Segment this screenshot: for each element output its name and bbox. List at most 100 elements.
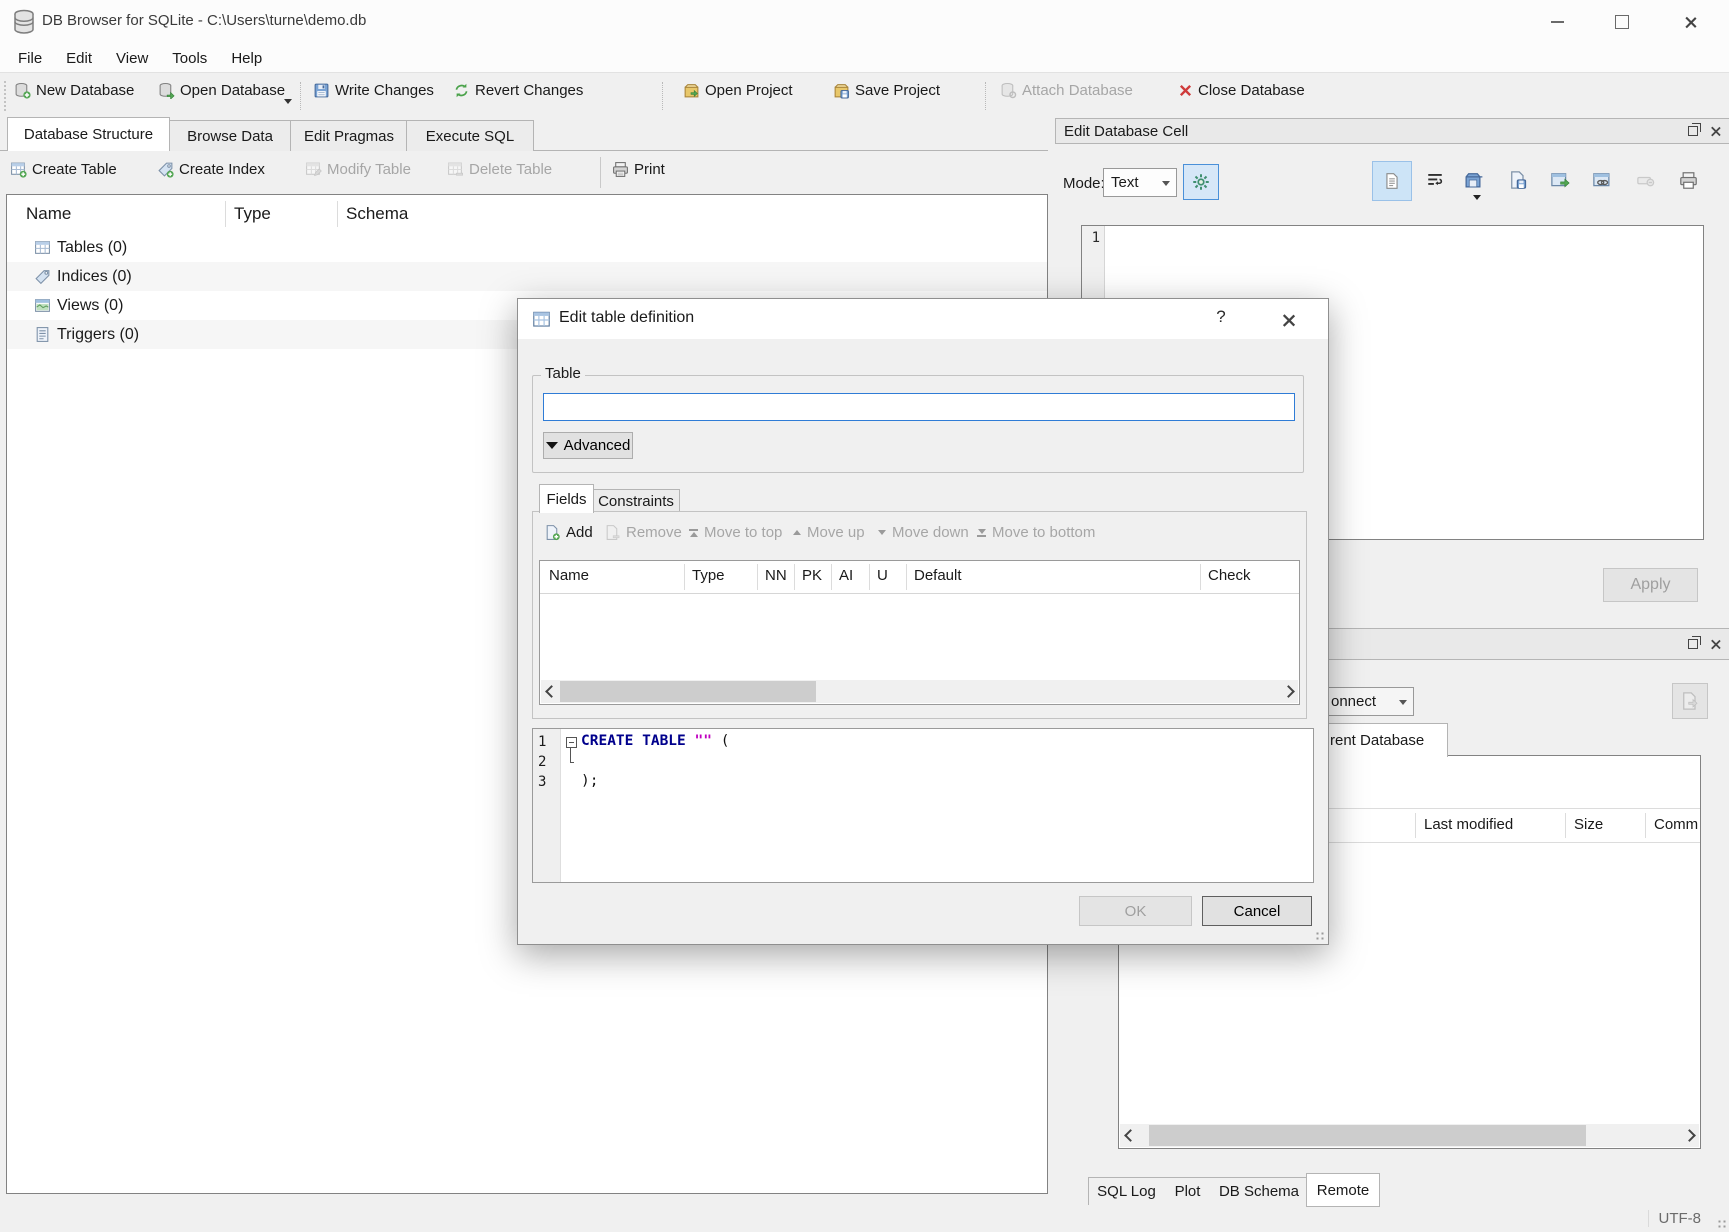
float-panel-button[interactable] <box>1682 635 1704 653</box>
dialog-help-button[interactable]: ? <box>1201 307 1241 327</box>
write-changes-button[interactable]: Write Changes <box>313 82 434 99</box>
close-panel-button[interactable] <box>1704 122 1726 140</box>
tab-edit-pragmas[interactable]: Edit Pragmas <box>290 120 408 151</box>
column-divider[interactable] <box>794 564 795 590</box>
scroll-left-button[interactable] <box>1120 1124 1140 1147</box>
create-index-button[interactable]: Create Index <box>157 161 265 178</box>
link-data-button[interactable] <box>1589 168 1615 192</box>
maximize-button[interactable] <box>1600 8 1644 36</box>
tab-sql-log[interactable]: SQL Log <box>1088 1177 1165 1206</box>
scrollbar-thumb[interactable] <box>1149 1125 1586 1146</box>
column-divider[interactable] <box>1200 564 1201 590</box>
tab-remote[interactable]: Remote <box>1306 1173 1380 1207</box>
open-in-app-button[interactable] <box>1547 168 1573 192</box>
col-check[interactable]: Check <box>1208 567 1251 584</box>
edit-database-cell-header[interactable]: Edit Database Cell <box>1055 118 1729 144</box>
push-remote-icon <box>1680 691 1700 711</box>
tab-browse-data[interactable]: Browse Data <box>168 120 292 151</box>
toolbar-separator <box>985 82 987 110</box>
cancel-button[interactable]: Cancel <box>1202 896 1312 926</box>
col-type[interactable]: Type <box>692 567 725 584</box>
scroll-right-button[interactable] <box>1278 680 1298 703</box>
scroll-left-button[interactable] <box>541 680 561 703</box>
column-divider[interactable] <box>1415 813 1416 838</box>
dialog-resize-grip[interactable] <box>1315 931 1325 941</box>
import-file-button[interactable] <box>1460 168 1486 192</box>
col-default[interactable]: Default <box>914 567 962 584</box>
dialog-tab-fields[interactable]: Fields <box>539 484 594 513</box>
export-file-button[interactable] <box>1505 168 1531 192</box>
tab-db-schema[interactable]: DB Schema <box>1212 1177 1307 1206</box>
column-divider[interactable] <box>337 201 338 227</box>
tree-row-tables[interactable]: Tables (0) <box>7 233 1047 262</box>
tree-column-type[interactable]: Type <box>234 204 271 224</box>
minimize-button[interactable] <box>1535 8 1579 36</box>
close-window-button[interactable] <box>1668 8 1712 36</box>
open-project-button[interactable]: Open Project <box>683 82 793 99</box>
encoding-indicator[interactable]: UTF-8 <box>1648 1210 1702 1227</box>
add-field-button[interactable]: Add <box>544 524 593 541</box>
sql-line-1: CREATE TABLE "" ( <box>581 733 729 749</box>
print-button[interactable]: Print <box>612 161 665 178</box>
tree-column-name[interactable]: Name <box>26 204 71 224</box>
close-database-button[interactable]: Close Database <box>1178 82 1305 99</box>
tab-database-structure[interactable]: Database Structure <box>7 117 170 151</box>
tree-column-schema[interactable]: Schema <box>346 204 408 224</box>
remote-horizontal-scrollbar[interactable] <box>1120 1124 1699 1147</box>
create-table-label: Create Table <box>32 161 117 178</box>
dialog-title-bar[interactable]: Edit table definition ? <box>518 299 1328 339</box>
open-database-dropdown[interactable] <box>284 99 292 104</box>
column-divider[interactable] <box>831 564 832 590</box>
dialog-tab-constraints[interactable]: Constraints <box>592 489 680 513</box>
advanced-toggle-button[interactable]: Advanced <box>543 432 633 459</box>
open-database-button[interactable]: Open Database <box>158 82 285 99</box>
column-divider[interactable] <box>1645 813 1646 838</box>
text-mode-toggle[interactable] <box>1372 161 1412 201</box>
menu-edit[interactable]: Edit <box>55 47 103 70</box>
column-divider[interactable] <box>225 201 226 227</box>
col-name[interactable]: Name <box>549 567 589 584</box>
float-panel-button[interactable] <box>1682 122 1704 140</box>
menu-tools[interactable]: Tools <box>161 47 218 70</box>
create-table-button[interactable]: Create Table <box>10 161 117 178</box>
tab-execute-sql[interactable]: Execute SQL <box>406 120 534 151</box>
column-last-modified[interactable]: Last modified <box>1424 816 1513 833</box>
column-size[interactable]: Size <box>1574 816 1603 833</box>
mode-combobox[interactable]: Text <box>1103 168 1177 197</box>
col-nn[interactable]: NN <box>765 567 787 584</box>
dialog-close-button[interactable] <box>1268 308 1308 332</box>
menu-view[interactable]: View <box>105 47 159 70</box>
column-divider[interactable] <box>684 564 685 590</box>
new-database-button[interactable]: New Database <box>14 82 134 99</box>
menu-help[interactable]: Help <box>220 47 273 70</box>
remote-connect-combobox[interactable]: onnect <box>1327 687 1414 716</box>
tree-row-indices[interactable]: Indices (0) <box>7 262 1047 291</box>
fold-minus-icon[interactable] <box>566 737 577 748</box>
toolbar-drag-handle[interactable] <box>4 81 10 111</box>
col-pk[interactable]: PK <box>802 567 822 584</box>
column-divider[interactable] <box>906 564 907 590</box>
table-name-input[interactable] <box>543 393 1295 421</box>
col-u[interactable]: U <box>877 567 888 584</box>
tab-plot[interactable]: Plot <box>1163 1177 1213 1206</box>
remote-current-database-tab[interactable]: rent Database <box>1327 723 1448 757</box>
fields-horizontal-scrollbar[interactable] <box>541 680 1298 703</box>
column-divider[interactable] <box>757 564 758 590</box>
import-cell-button[interactable] <box>1183 164 1219 200</box>
revert-changes-button[interactable]: Revert Changes <box>453 82 583 99</box>
tab-label: Plot <box>1175 1183 1201 1200</box>
close-panel-button[interactable] <box>1704 635 1726 653</box>
scrollbar-thumb[interactable] <box>560 681 816 702</box>
import-file-dropdown[interactable] <box>1473 195 1481 200</box>
window-resize-grip[interactable] <box>1717 1219 1727 1229</box>
col-ai[interactable]: AI <box>839 567 853 584</box>
word-wrap-button[interactable] <box>1423 168 1447 192</box>
scroll-right-button[interactable] <box>1679 1124 1699 1147</box>
save-project-button[interactable]: Save Project <box>833 82 940 99</box>
column-divider[interactable] <box>869 564 870 590</box>
column-commit[interactable]: Comm <box>1654 816 1698 833</box>
menu-file[interactable]: File <box>7 47 53 70</box>
column-divider[interactable] <box>1565 813 1566 838</box>
print-cell-button[interactable] <box>1675 168 1701 192</box>
line-number: 2 <box>538 754 546 770</box>
